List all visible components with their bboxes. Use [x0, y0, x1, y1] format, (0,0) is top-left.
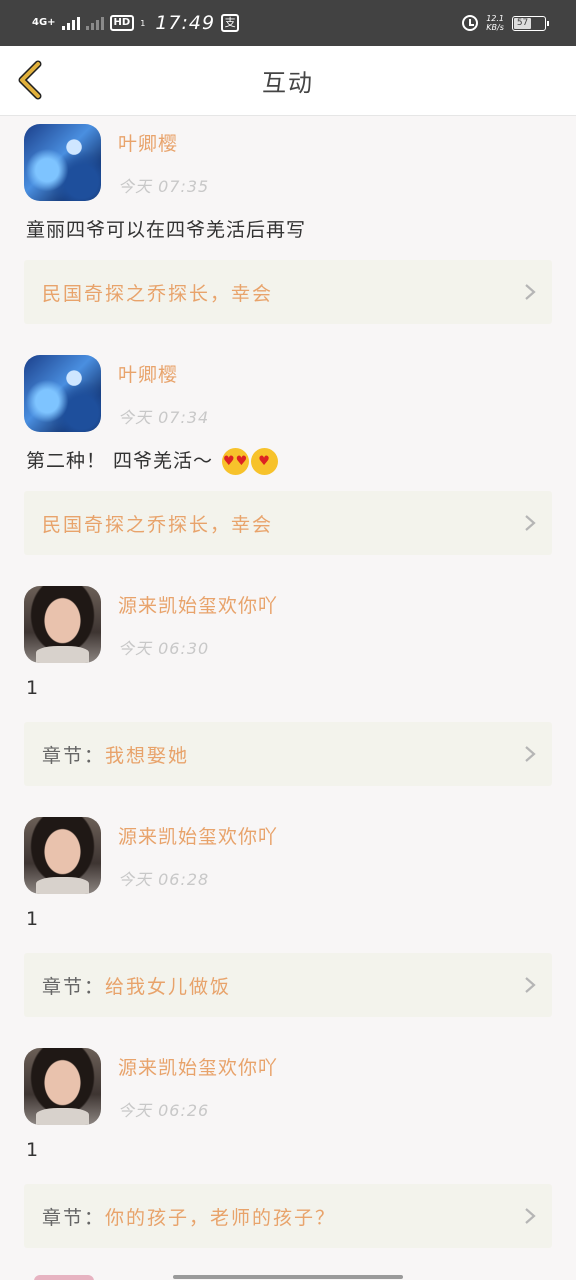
reference-card[interactable]: 民国奇探之乔探长，幸会 — [24, 260, 552, 324]
comment-body: 1 — [26, 908, 40, 930]
reference-card[interactable]: 章节： 给我女儿做饭 — [24, 953, 552, 1017]
next-avatar-peek — [34, 1275, 94, 1280]
timestamp: 今天 06:26 — [118, 1101, 210, 1120]
kissing-face-emoji-icon: ♥ — [251, 448, 279, 475]
avatar[interactable] — [24, 124, 101, 201]
username[interactable]: 叶卿樱 — [118, 360, 178, 387]
username[interactable]: 叶卿樱 — [118, 129, 178, 156]
clock: 17:49 — [155, 12, 216, 34]
battery-level: 57 — [514, 17, 532, 29]
comment-body: 1 — [26, 677, 40, 699]
signal-2-icon — [85, 16, 104, 30]
page-title: 互动 — [262, 69, 314, 97]
timestamp: 今天 06:28 — [118, 870, 210, 889]
interaction-feed: 叶卿樱 今天 07:35 童丽四爷可以在四爷羌活后再写 民国奇探之乔探长，幸会 … — [0, 117, 576, 1272]
comment-body: 童丽四爷可以在四爷羌活后再写 — [26, 219, 307, 241]
battery-icon: 57 — [512, 15, 549, 31]
avatar[interactable] — [24, 817, 101, 894]
username[interactable]: 源来凯始玺欢你吖 — [118, 1053, 278, 1080]
ref-prefix: 章节： — [42, 975, 106, 998]
ref-title: 民国奇探之乔探长，幸会 — [42, 282, 274, 305]
comment-text: 童丽四爷可以在四爷羌活后再写 — [26, 215, 306, 242]
speed-value: 12.1 — [486, 14, 504, 23]
ref-prefix: 章节： — [42, 744, 106, 767]
timestamp: 今天 07:35 — [118, 177, 210, 196]
chevron-right-icon — [525, 515, 536, 531]
timestamp: 今天 07:34 — [118, 408, 210, 427]
reference-card[interactable]: 章节： 我想娶她 — [24, 722, 552, 786]
feed-item: 源来凯始玺欢你吖 今天 06:30 1 章节： 我想娶她 — [0, 579, 576, 810]
avatar[interactable] — [24, 586, 101, 663]
home-indicator[interactable] — [173, 1275, 403, 1279]
comment-text: 1 — [26, 908, 39, 930]
comment-text: 1 — [26, 1139, 39, 1161]
comment-text: 第二种！ 四爷羌活～ ♥♥ ♥ — [26, 446, 279, 475]
alipay-icon: 支 — [221, 14, 240, 32]
network-speed: 12.1 KB/s — [486, 14, 504, 32]
ref-prefix: 章节： — [42, 1206, 106, 1229]
comment-text: 1 — [26, 677, 39, 699]
timestamp: 今天 06:30 — [118, 639, 210, 658]
network-type: 4G+ — [32, 17, 56, 28]
chevron-right-icon — [525, 746, 536, 762]
chevron-right-icon — [525, 284, 536, 300]
comment-body: 第二种！ 四爷羌活～ — [26, 450, 214, 472]
chevron-right-icon — [525, 977, 536, 993]
status-bar: 4G+ HD 1 17:49 支 12.1 KB/s 57 — [0, 0, 576, 46]
heart-eyes-emoji-icon: ♥♥ — [222, 448, 250, 475]
feed-item: 叶卿樱 今天 07:35 童丽四爷可以在四爷羌活后再写 民国奇探之乔探长，幸会 — [0, 117, 576, 348]
back-chevron-icon — [18, 60, 42, 100]
ref-title: 我想娶她 — [105, 744, 190, 767]
chevron-right-icon — [525, 1208, 536, 1224]
alarm-icon — [462, 15, 479, 31]
avatar[interactable] — [24, 1048, 101, 1125]
avatar[interactable] — [24, 355, 101, 432]
reference-card[interactable]: 章节： 你的孩子，老师的孩子？ — [24, 1184, 552, 1248]
username[interactable]: 源来凯始玺欢你吖 — [118, 591, 278, 618]
reference-card[interactable]: 民国奇探之乔探长，幸会 — [24, 491, 552, 555]
back-button[interactable] — [14, 60, 54, 100]
username[interactable]: 源来凯始玺欢你吖 — [118, 822, 278, 849]
ref-title: 你的孩子，老师的孩子？ — [105, 1206, 337, 1229]
hd-icon: HD — [109, 15, 135, 31]
hd-sub: 1 — [140, 18, 146, 28]
ref-title: 给我女儿做饭 — [105, 975, 232, 998]
feed-item: 源来凯始玺欢你吖 今天 06:26 1 章节： 你的孩子，老师的孩子？ — [0, 1041, 576, 1272]
speed-unit: KB/s — [486, 23, 504, 32]
feed-item: 叶卿樱 今天 07:34 第二种！ 四爷羌活～ ♥♥ ♥ 民国奇探之乔探长，幸会 — [0, 348, 576, 579]
top-nav-bar: 互动 — [0, 46, 576, 116]
feed-item: 源来凯始玺欢你吖 今天 06:28 1 章节： 给我女儿做饭 — [0, 810, 576, 1041]
comment-body: 1 — [26, 1139, 40, 1161]
signal-icon — [61, 16, 80, 30]
ref-title: 民国奇探之乔探长，幸会 — [42, 513, 274, 536]
